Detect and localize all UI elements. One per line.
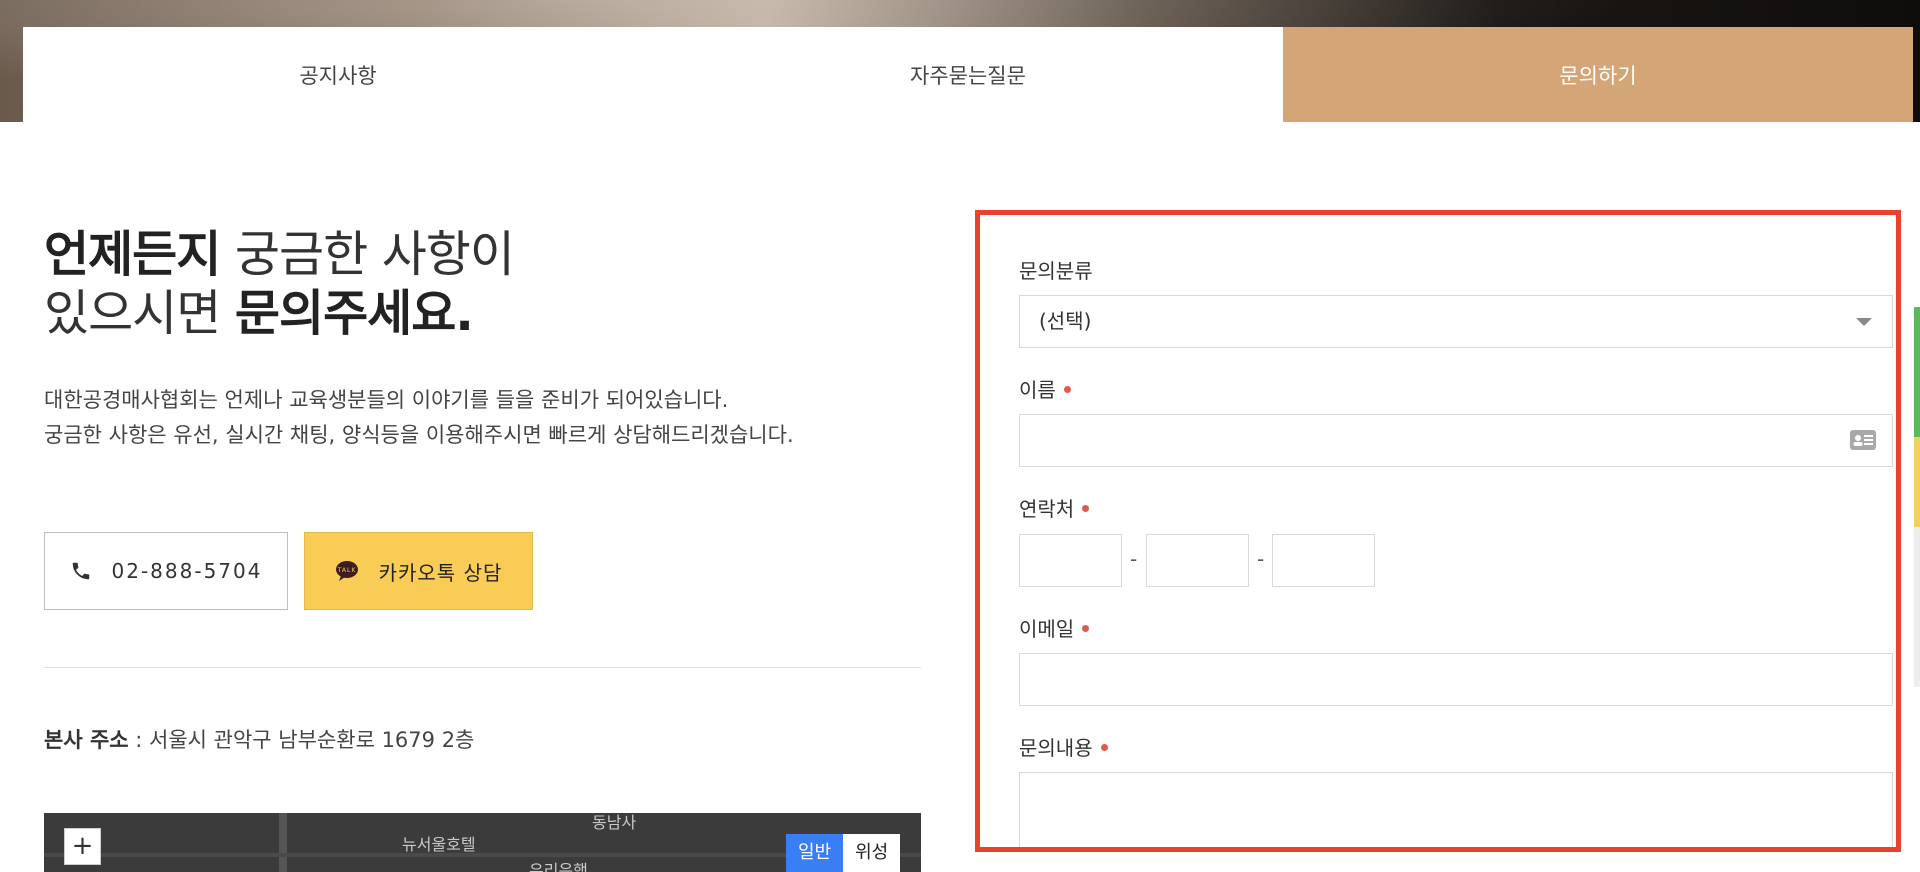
name-label-text: 이름: [1019, 378, 1056, 402]
phone-part-2-input[interactable]: [1146, 534, 1249, 587]
headline-bold-1: 언제든지: [44, 226, 221, 283]
headline-text-2: 있으시면: [44, 285, 235, 342]
map-road: [279, 813, 287, 872]
tab-faq[interactable]: 자주묻는질문: [653, 27, 1283, 122]
message-label-text: 문의내용: [1019, 736, 1093, 760]
map-type-satellite-button[interactable]: 위성: [843, 834, 901, 872]
intro-description: 대한공경매사협회는 언제나 교육생분들의 이야기를 들을 준비가 되어있습니다.…: [44, 383, 794, 453]
description-line-2: 궁금한 사항은 유선, 실시간 채팅, 양식등을 이용해주시면 빠르게 상담해드…: [44, 423, 794, 447]
section-divider: [44, 667, 921, 668]
category-selected-value: (선택): [1039, 309, 1092, 333]
map-label: 동남사: [592, 813, 637, 832]
kakaotalk-icon: TALK: [335, 560, 359, 582]
tab-inquiry[interactable]: 문의하기: [1283, 27, 1913, 122]
inquiry-form: 문의분류 (선택) 이름 연락처 - - 이메일 문의내용: [975, 210, 1901, 852]
required-indicator: [1082, 505, 1090, 512]
hq-address: 본사 주소 : 서울시 관악구 남부순환로 1679 2층: [44, 724, 474, 754]
headline-line-2: 있으시면 문의주세요.: [44, 284, 514, 343]
contact-card-icon: [1850, 429, 1876, 455]
kakaotalk-consult-button[interactable]: TALK 카카오톡 상담: [304, 532, 533, 610]
tab-notice[interactable]: 공지사항: [23, 27, 653, 122]
name-input[interactable]: [1019, 414, 1893, 467]
contact-label-text: 연락처: [1019, 497, 1075, 521]
kakaotalk-label: 카카오톡 상담: [378, 560, 503, 585]
map-label: 우리은행: [529, 861, 588, 872]
side-indicator: [1914, 527, 1920, 687]
phone-part-1-input[interactable]: [1019, 534, 1122, 587]
name-label: 이름: [1019, 374, 1071, 403]
kakaotalk-badge-text: TALK: [336, 567, 356, 574]
message-label: 문의내용: [1019, 732, 1108, 761]
phone-call-button[interactable]: 02-888-5704: [44, 532, 288, 610]
side-indicator: [1914, 437, 1920, 527]
phone-icon: [70, 560, 92, 582]
email-label-text: 이메일: [1019, 617, 1075, 641]
headline-text-1: 궁금한 사항이: [220, 226, 515, 283]
address-label: 본사 주소: [44, 728, 129, 752]
map-type-normal-button[interactable]: 일반: [786, 834, 844, 872]
email-label: 이메일: [1019, 613, 1090, 642]
map-zoom-in-button[interactable]: +: [64, 828, 101, 865]
headline-line-1: 언제든지 궁금한 사항이: [44, 225, 515, 284]
phone-separator: -: [1130, 547, 1138, 571]
category-select[interactable]: (선택): [1019, 295, 1893, 348]
address-value: 서울시 관악구 남부순환로 1679 2층: [149, 728, 475, 752]
required-indicator: [1100, 744, 1108, 751]
message-textarea[interactable]: [1019, 772, 1893, 847]
location-map[interactable]: 뉴서울호텔 우리은행 동남사 + 일반 위성: [44, 813, 921, 872]
required-indicator: [1082, 625, 1090, 632]
contact-label: 연락처: [1019, 493, 1090, 522]
category-label: 문의분류: [1019, 259, 1093, 283]
map-label: 뉴서울호텔: [402, 835, 476, 854]
phone-separator: -: [1257, 547, 1265, 571]
required-indicator: [1063, 386, 1071, 393]
map-type-toggle: 일반 위성: [786, 834, 901, 872]
address-separator: :: [128, 728, 150, 752]
board-tabs: 공지사항 자주묻는질문 문의하기: [23, 27, 1913, 122]
headline-bold-2: 문의주세요.: [234, 285, 474, 342]
phone-number: 02-888-5704: [111, 559, 263, 583]
page-headline: 언제든지 궁금한 사항이 있으시면 문의주세요.: [44, 225, 515, 343]
email-input[interactable]: [1019, 653, 1893, 706]
side-indicator: [1914, 307, 1920, 437]
chevron-down-icon: [1856, 318, 1872, 326]
phone-part-3-input[interactable]: [1272, 534, 1375, 587]
description-line-1: 대한공경매사협회는 언제나 교육생분들의 이야기를 들을 준비가 되어있습니다.: [44, 388, 729, 412]
